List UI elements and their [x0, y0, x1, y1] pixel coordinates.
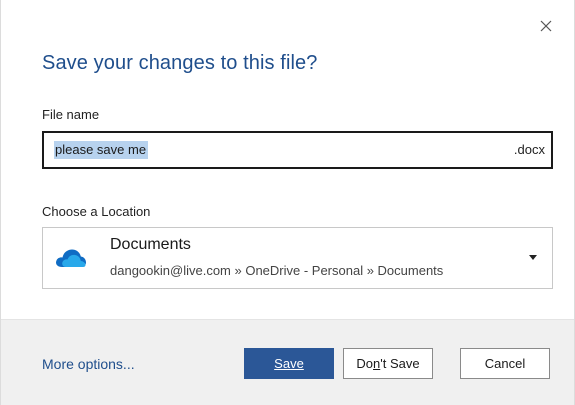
location-dropdown[interactable]: Documents dangookin@live.com » OneDrive …	[42, 227, 553, 289]
dialog-footer: More options... Save Don't Save Cancel	[1, 319, 574, 405]
close-icon	[540, 20, 552, 32]
close-button[interactable]	[536, 16, 556, 36]
cancel-button-label: Cancel	[484, 356, 526, 371]
save-changes-dialog: Save your changes to this file? File nam…	[0, 0, 575, 405]
location-label: Choose a Location	[42, 204, 151, 219]
location-name: Documents	[110, 236, 191, 253]
onedrive-cloud-icon	[56, 249, 86, 267]
cancel-button[interactable]: Cancel	[460, 348, 550, 379]
file-name-input[interactable]: please save me	[54, 141, 149, 159]
dont-save-suffix: 't Save	[380, 356, 420, 371]
dont-save-prefix: Do	[356, 356, 374, 371]
chevron-down-icon	[529, 255, 537, 260]
save-button[interactable]: Save	[244, 348, 334, 379]
save-button-label: Save	[274, 356, 304, 371]
file-name-label: File name	[42, 107, 100, 122]
dialog-title: Save your changes to this file?	[42, 52, 318, 74]
more-options-link[interactable]: More options...	[42, 356, 135, 372]
dont-save-button[interactable]: Don't Save	[343, 348, 433, 379]
location-path: dangookin@live.com » OneDrive - Personal…	[110, 263, 444, 278]
file-name-field[interactable]: please save me .docx	[42, 131, 553, 169]
file-extension: .docx	[513, 142, 545, 157]
